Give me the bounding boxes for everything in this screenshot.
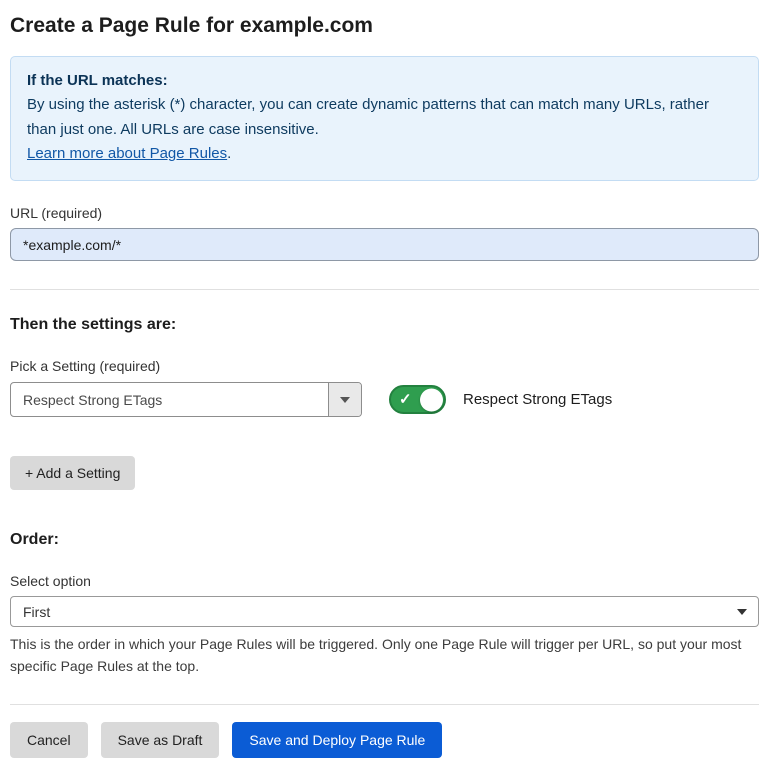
page-rule-form: Create a Page Rule for example.com If th… [0, 0, 769, 758]
url-match-info-box: If the URL matches: By using the asteris… [10, 56, 759, 181]
order-heading: Order: [10, 531, 759, 549]
info-box-link-line: Learn more about Page Rules. [27, 142, 742, 166]
order-select[interactable]: First [10, 596, 759, 627]
settings-heading: Then the settings are: [10, 316, 759, 334]
learn-more-link[interactable]: Learn more about Page Rules [27, 145, 227, 162]
url-field-label: URL (required) [10, 205, 759, 221]
page-title: Create a Page Rule for example.com [10, 14, 759, 38]
chevron-down-icon [737, 609, 747, 615]
setting-row: Respect Strong ETags ✓ Respect Strong ET… [10, 382, 759, 417]
footer-actions: Cancel Save as Draft Save and Deploy Pag… [10, 722, 759, 758]
add-setting-button[interactable]: + Add a Setting [10, 456, 135, 490]
etags-toggle[interactable]: ✓ [389, 385, 446, 414]
pick-setting-label: Pick a Setting (required) [10, 358, 759, 374]
link-suffix: . [227, 145, 231, 162]
setting-select[interactable]: Respect Strong ETags [10, 382, 362, 417]
toggle-label: Respect Strong ETags [463, 391, 612, 408]
save-draft-button[interactable]: Save as Draft [101, 722, 220, 758]
check-icon: ✓ [399, 392, 412, 407]
toggle-knob [420, 388, 443, 411]
order-help-text: This is the order in which your Page Rul… [10, 634, 759, 677]
info-box-heading: If the URL matches: [27, 69, 742, 93]
url-input[interactable] [10, 228, 759, 261]
setting-select-arrow-button[interactable] [328, 383, 361, 416]
info-box-body: By using the asterisk (*) character, you… [27, 93, 742, 142]
cancel-button[interactable]: Cancel [10, 722, 88, 758]
setting-select-value: Respect Strong ETags [11, 383, 328, 416]
save-deploy-button[interactable]: Save and Deploy Page Rule [232, 722, 442, 758]
order-select-label: Select option [10, 573, 759, 589]
order-select-value: First [23, 604, 50, 620]
footer-divider [10, 704, 759, 705]
section-divider [10, 289, 759, 290]
chevron-down-icon [340, 397, 350, 403]
